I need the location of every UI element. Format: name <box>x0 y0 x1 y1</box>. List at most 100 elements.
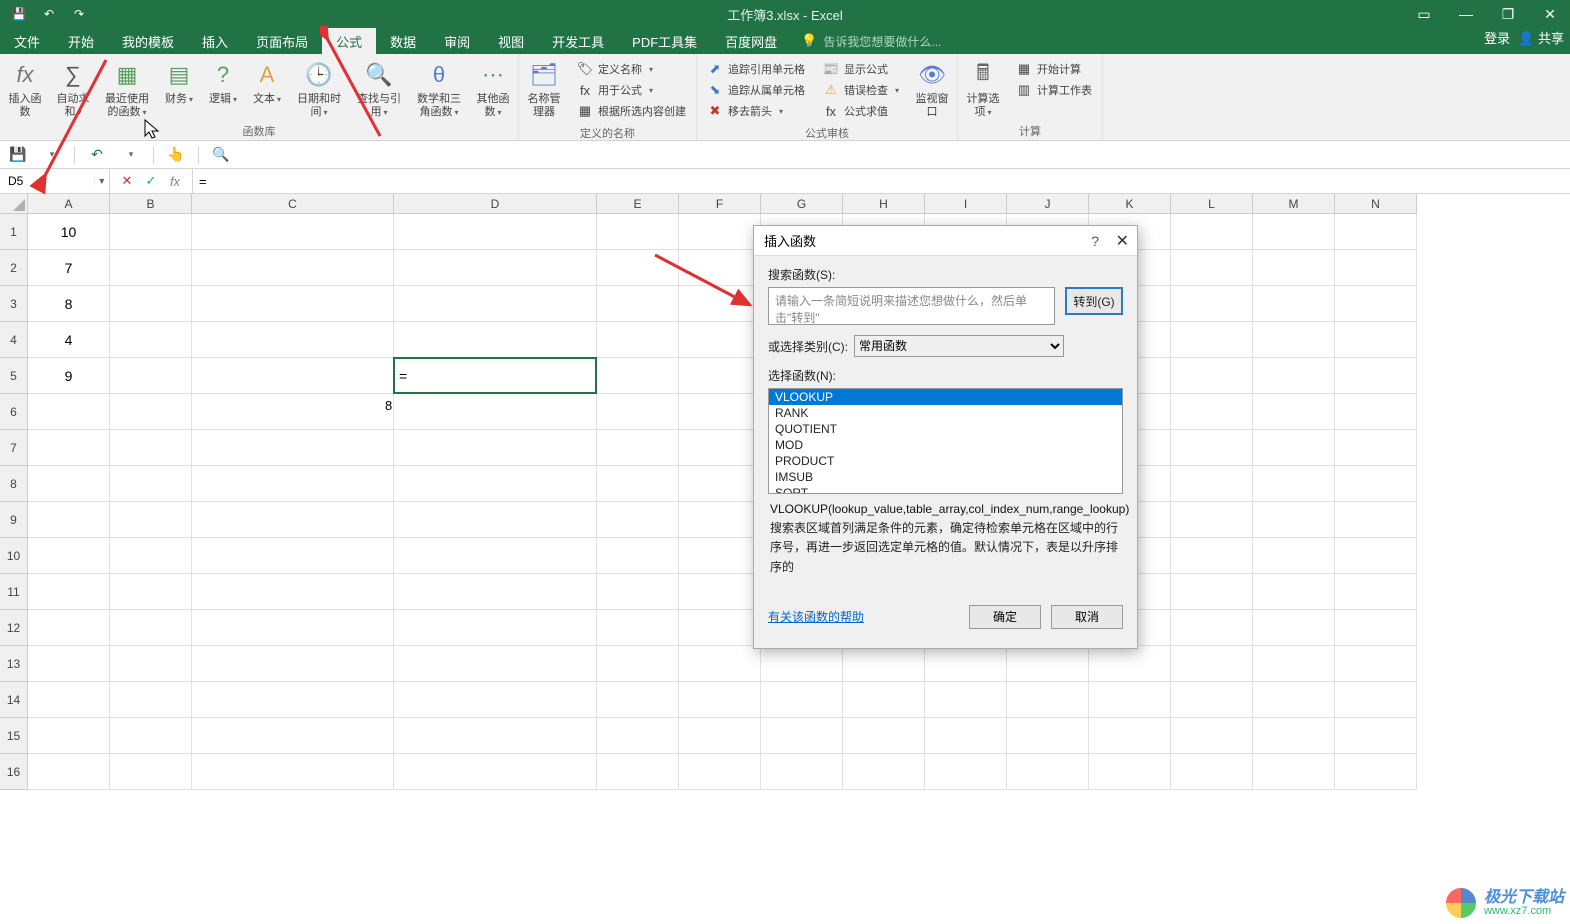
cell[interactable] <box>394 466 597 502</box>
more-functions-button[interactable]: ⋯ 其他函数▾ <box>470 57 516 121</box>
calculate-now-button[interactable]: ▦开始计算 <box>1012 59 1096 79</box>
name-box[interactable]: ▼ <box>0 169 110 193</box>
cell[interactable] <box>1253 250 1335 286</box>
cell[interactable] <box>843 754 925 790</box>
function-list[interactable]: VLOOKUPRANKQUOTIENTMODPRODUCTIMSUBSQRT <box>768 388 1123 494</box>
qa-touch-icon[interactable]: 👆 <box>164 143 188 167</box>
cell[interactable] <box>1335 394 1417 430</box>
cell[interactable] <box>1253 466 1335 502</box>
minimize-button[interactable]: — <box>1446 0 1486 28</box>
cell[interactable] <box>192 394 394 430</box>
cell[interactable] <box>1335 250 1417 286</box>
cell[interactable] <box>925 682 1007 718</box>
qa-undo-dd-icon[interactable]: ▾ <box>119 143 143 167</box>
ok-button[interactable]: 确定 <box>969 605 1041 629</box>
cell[interactable] <box>110 286 192 322</box>
row-header-1[interactable]: 1 <box>0 214 28 250</box>
cell[interactable] <box>110 682 192 718</box>
col-header-J[interactable]: J <box>1007 194 1089 214</box>
row-header-5[interactable]: 5 <box>0 358 28 394</box>
ribbon-options-icon[interactable]: ▭ <box>1404 0 1444 28</box>
select-all-button[interactable] <box>0 194 28 214</box>
cell[interactable] <box>1007 682 1089 718</box>
col-header-H[interactable]: H <box>843 194 925 214</box>
dialog-help-icon[interactable]: ? <box>1091 233 1099 249</box>
cell[interactable] <box>1253 322 1335 358</box>
cell[interactable]: 4 <box>28 322 110 358</box>
cell[interactable] <box>597 574 679 610</box>
cell[interactable] <box>679 502 761 538</box>
text-button[interactable]: A 文本▾ <box>246 57 288 108</box>
fx-button-icon[interactable]: fx <box>164 170 186 192</box>
cell[interactable] <box>1171 322 1253 358</box>
cell[interactable] <box>679 538 761 574</box>
cell[interactable] <box>1253 574 1335 610</box>
cell[interactable] <box>28 754 110 790</box>
col-header-C[interactable]: C <box>192 194 394 214</box>
cell[interactable] <box>597 214 679 250</box>
cell[interactable] <box>679 250 761 286</box>
error-checking-button[interactable]: ⚠错误检查▾ <box>819 80 903 100</box>
share-button[interactable]: 👤 共享 <box>1518 28 1564 47</box>
cell[interactable] <box>1335 646 1417 682</box>
tab-developer[interactable]: 开发工具 <box>538 28 618 54</box>
tab-data[interactable]: 数据 <box>376 28 430 54</box>
qa-save-icon[interactable]: 💾 <box>6 143 30 167</box>
cell[interactable] <box>597 466 679 502</box>
cell[interactable] <box>597 502 679 538</box>
evaluate-formula-button[interactable]: fx公式求值 <box>819 101 903 121</box>
cell[interactable] <box>192 466 394 502</box>
cell[interactable] <box>1171 250 1253 286</box>
row-header-12[interactable]: 12 <box>0 610 28 646</box>
cell[interactable] <box>1089 754 1171 790</box>
watch-window-button[interactable]: 👁 监视窗口 <box>909 57 955 121</box>
cell[interactable] <box>394 430 597 466</box>
close-button[interactable]: ✕ <box>1530 0 1570 28</box>
cell[interactable] <box>1335 538 1417 574</box>
cell[interactable] <box>192 718 394 754</box>
cell[interactable] <box>1171 286 1253 322</box>
datetime-button[interactable]: 🕒 日期和时间▾ <box>290 57 348 121</box>
cell[interactable] <box>192 250 394 286</box>
tab-formula[interactable]: 公式 <box>322 28 376 54</box>
cell[interactable] <box>192 682 394 718</box>
cell[interactable] <box>394 610 597 646</box>
cell[interactable] <box>1253 682 1335 718</box>
qa-dropdown-icon[interactable]: ▾ <box>40 143 64 167</box>
cell[interactable] <box>394 718 597 754</box>
cell[interactable] <box>761 646 843 682</box>
login-link[interactable]: 登录 <box>1484 28 1510 47</box>
tab-file[interactable]: 文件 <box>0 28 54 54</box>
cell[interactable] <box>28 394 110 430</box>
cell[interactable] <box>28 610 110 646</box>
tab-pagelayout[interactable]: 页面布局 <box>242 28 322 54</box>
row-header-9[interactable]: 9 <box>0 502 28 538</box>
quickaccess-save-icon[interactable]: 💾 <box>8 3 30 25</box>
cell[interactable] <box>28 502 110 538</box>
cell[interactable] <box>597 430 679 466</box>
category-select[interactable]: 常用函数 <box>854 335 1064 357</box>
recently-used-button[interactable]: ▦ 最近使用的函数▾ <box>98 57 156 121</box>
cell[interactable] <box>597 718 679 754</box>
cell[interactable] <box>1007 754 1089 790</box>
cell[interactable] <box>28 682 110 718</box>
cell[interactable] <box>394 502 597 538</box>
cell[interactable] <box>1171 358 1253 394</box>
cell[interactable] <box>597 538 679 574</box>
cell[interactable] <box>1171 610 1253 646</box>
cell[interactable] <box>1171 466 1253 502</box>
cell[interactable] <box>192 502 394 538</box>
cell[interactable] <box>192 538 394 574</box>
enter-formula-icon[interactable]: ✓ <box>140 170 162 192</box>
cell[interactable] <box>597 682 679 718</box>
cell[interactable] <box>1335 214 1417 250</box>
cell[interactable] <box>110 718 192 754</box>
cell[interactable] <box>843 682 925 718</box>
cell[interactable] <box>394 538 597 574</box>
cell[interactable] <box>843 718 925 754</box>
go-button[interactable]: 转到(G) <box>1065 287 1123 315</box>
cell[interactable] <box>1253 646 1335 682</box>
cell[interactable] <box>110 430 192 466</box>
logical-button[interactable]: ? 逻辑▾ <box>202 57 244 108</box>
cell[interactable] <box>1171 718 1253 754</box>
